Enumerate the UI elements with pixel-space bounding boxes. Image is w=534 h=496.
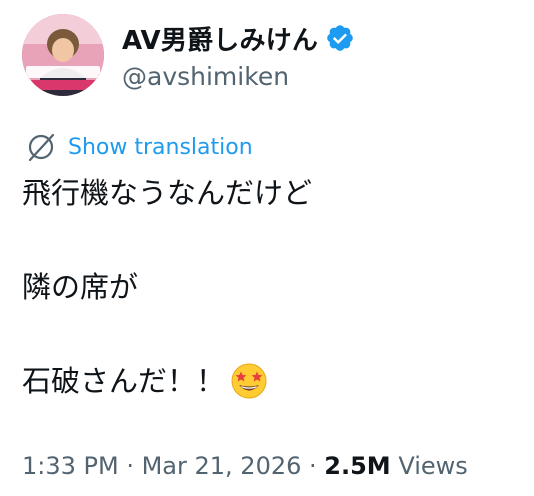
tweet-line-text: 石破さんだ！！ [22, 364, 226, 398]
author-names: AV男爵しみけん @avshimiken [122, 18, 355, 91]
meta-separator: · [301, 452, 325, 480]
tweet-line-last: 石破さんだ！！ [22, 358, 522, 405]
tweet-header: AV男爵しみけん @avshimiken [22, 14, 522, 100]
tweet-time[interactable]: 1:33 PM [22, 452, 119, 480]
views-label: Views [390, 452, 468, 480]
tweet-line-break [22, 217, 522, 264]
tweet-line: 隣の席が [22, 270, 139, 304]
tweet-text: 飛行機なうなんだけど 隣の席が 石破さんだ！！ [22, 170, 522, 405]
tweet-date[interactable]: Mar 21, 2026 [142, 452, 302, 480]
views-count: 2.5M [324, 452, 391, 480]
verified-badge-icon[interactable] [325, 23, 355, 53]
avatar[interactable] [22, 14, 104, 96]
globe-slash-icon [26, 132, 56, 162]
meta-separator: · [118, 452, 142, 480]
avatar-image [22, 14, 104, 96]
tweet-meta: 1:33 PM · Mar 21, 2026 · 2.5M Views [22, 448, 468, 484]
author-handle[interactable]: @avshimiken [122, 62, 355, 91]
star-struck-emoji [229, 360, 269, 400]
display-name[interactable]: AV男爵しみけん [122, 20, 318, 57]
show-translation-row[interactable]: Show translation [26, 130, 253, 164]
tweet-line-break [22, 311, 522, 358]
tweet-line: 飛行機なうなんだけど [22, 176, 313, 210]
show-translation-link[interactable]: Show translation [68, 135, 253, 160]
